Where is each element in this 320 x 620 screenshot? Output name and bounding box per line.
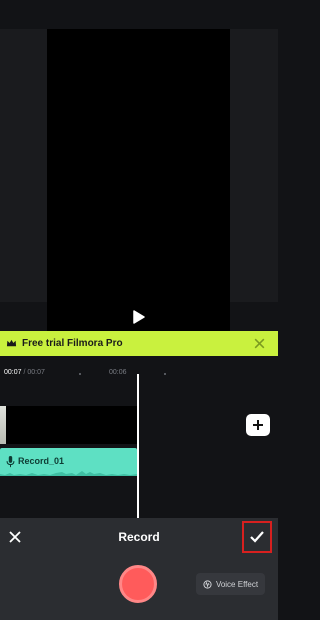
promo-text: Free trial Filmora Pro bbox=[22, 338, 123, 349]
add-clip-button[interactable] bbox=[246, 414, 270, 436]
ruler-dot bbox=[164, 373, 166, 375]
video-track-clip[interactable] bbox=[0, 406, 138, 444]
record-panel: Record Voice Effect bbox=[0, 518, 278, 620]
playhead[interactable] bbox=[137, 374, 139, 518]
voice-effect-label: Voice Effect bbox=[215, 579, 259, 589]
record-audio-clip[interactable]: Record_01 bbox=[0, 448, 137, 476]
timeline: 00:07 / 00:07 00:06 Record_01 bbox=[0, 356, 278, 518]
video-preview[interactable] bbox=[47, 29, 230, 331]
preview-canvas bbox=[0, 29, 278, 331]
voice-effect-button[interactable]: Voice Effect bbox=[196, 573, 265, 595]
ruler-dot bbox=[79, 373, 81, 375]
crown-icon bbox=[6, 339, 17, 347]
voice-effect-icon bbox=[203, 579, 212, 589]
play-icon bbox=[133, 310, 145, 324]
audio-waveform bbox=[0, 471, 137, 476]
record-clip-label: Record_01 bbox=[18, 456, 65, 466]
promo-banner[interactable]: Free trial Filmora Pro bbox=[0, 331, 278, 356]
ruler-time-mark: 00:06 bbox=[109, 369, 127, 376]
mic-icon bbox=[6, 456, 15, 468]
plus-icon bbox=[253, 420, 263, 430]
time-readout: 00:07 / 00:07 bbox=[4, 369, 45, 376]
record-button[interactable] bbox=[119, 565, 157, 603]
preview-area bbox=[0, 0, 278, 355]
checkmark-icon bbox=[250, 531, 264, 543]
video-thumbnail bbox=[0, 406, 6, 444]
current-time: 00:07 bbox=[4, 369, 22, 376]
close-icon[interactable] bbox=[253, 337, 266, 350]
total-time: / 00:07 bbox=[21, 369, 45, 376]
play-button[interactable] bbox=[129, 307, 149, 327]
confirm-button[interactable] bbox=[242, 521, 272, 553]
panel-title: Record bbox=[118, 530, 160, 544]
